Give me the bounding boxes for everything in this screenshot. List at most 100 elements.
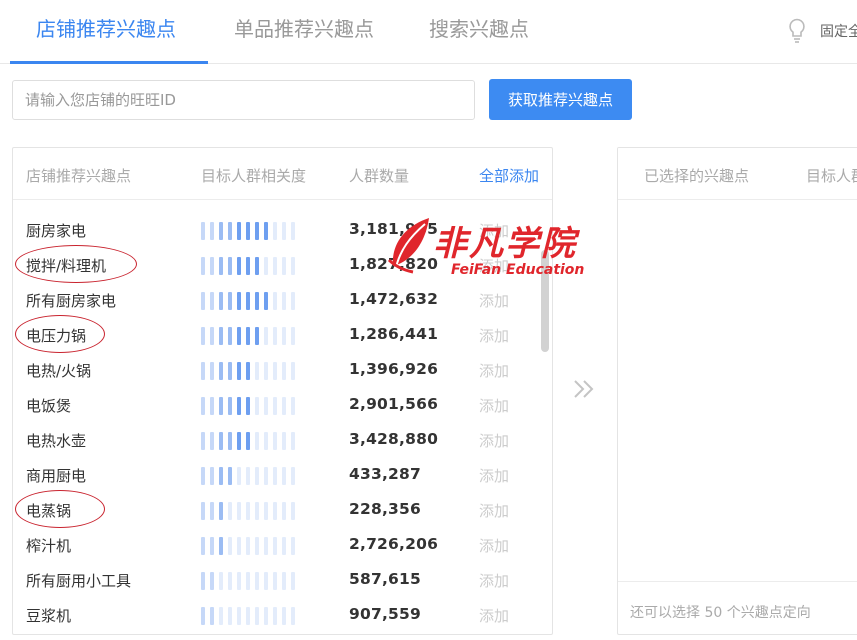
col-header-name: 店铺推荐兴趣点	[26, 167, 132, 185]
tab-bar: 店铺推荐兴趣点 单品推荐兴趣点 搜索兴趣点 固定全	[0, 0, 857, 64]
list-item: 电热水壶 3,428,880 添加	[13, 424, 552, 459]
relevance-bar	[264, 397, 268, 415]
relevance-bar	[273, 537, 277, 555]
relevance-bar	[237, 327, 241, 345]
add-button[interactable]: 添加	[479, 465, 509, 486]
list-item: 电热/火锅 1,396,926 添加	[13, 354, 552, 389]
list-item: 榨汁机 2,726,206 添加	[13, 529, 552, 564]
relevance-bar	[201, 432, 205, 450]
interest-name: 搅拌/料理机	[26, 257, 107, 275]
relevance-bar	[201, 537, 205, 555]
get-recommendations-button[interactable]: 获取推荐兴趣点	[489, 79, 632, 120]
audience-count: 907,559	[349, 605, 421, 623]
relevance-bar	[273, 467, 277, 485]
relevance-meter	[201, 502, 301, 520]
relevance-bar	[246, 222, 250, 240]
relevance-bar	[228, 537, 232, 555]
relevance-bar	[255, 327, 259, 345]
interest-name: 电蒸锅	[26, 502, 72, 520]
relevance-bar	[228, 397, 232, 415]
relevance-bar	[210, 292, 214, 310]
relevance-bar	[246, 537, 250, 555]
lightbulb-icon[interactable]	[787, 18, 807, 44]
leaf-logo-icon	[387, 218, 429, 274]
relevance-meter	[201, 537, 301, 555]
relevance-bar	[210, 327, 214, 345]
add-button[interactable]: 添加	[479, 430, 509, 451]
interest-name: 电热/火锅	[26, 362, 92, 380]
relevance-bar	[273, 432, 277, 450]
relevance-bar	[264, 292, 268, 310]
col-header-selected: 已选择的兴趣点	[644, 167, 750, 185]
add-button[interactable]: 添加	[479, 535, 509, 556]
relevance-bar	[273, 327, 277, 345]
interest-name: 电热水壶	[26, 432, 87, 450]
add-button[interactable]: 添加	[479, 605, 509, 626]
audience-count: 433,287	[349, 465, 421, 483]
relevance-bar	[246, 467, 250, 485]
double-chevron-right-icon[interactable]	[570, 372, 600, 406]
relevance-bar	[246, 292, 250, 310]
relevance-bar	[264, 257, 268, 275]
relevance-bar	[255, 292, 259, 310]
tab-item-interest[interactable]: 单品推荐兴趣点	[234, 14, 374, 44]
relevance-meter	[201, 327, 301, 345]
relevance-bar	[255, 607, 259, 625]
audience-count: 2,901,566	[349, 395, 439, 413]
interest-name: 商用厨电	[26, 467, 87, 485]
relevance-bar	[282, 362, 286, 380]
relevance-bar	[273, 607, 277, 625]
relevance-bar	[228, 292, 232, 310]
relevance-bar	[273, 502, 277, 520]
relevance-bar	[237, 502, 241, 520]
relevance-bar	[201, 292, 205, 310]
pin-label[interactable]: 固定全	[820, 21, 857, 41]
relevance-bar	[291, 397, 295, 415]
active-tab-indicator	[10, 61, 208, 64]
relevance-bar	[291, 467, 295, 485]
wangwang-id-input[interactable]	[12, 80, 475, 120]
relevance-meter	[201, 222, 301, 240]
add-button[interactable]: 添加	[479, 360, 509, 381]
relevance-bar	[210, 467, 214, 485]
relevance-bar	[219, 257, 223, 275]
add-button[interactable]: 添加	[479, 290, 509, 311]
relevance-bar	[237, 607, 241, 625]
relevance-bar	[291, 432, 295, 450]
audience-count: 228,356	[349, 500, 421, 518]
audience-count: 1,396,926	[349, 360, 439, 378]
relevance-bar	[255, 537, 259, 555]
relevance-bar	[210, 257, 214, 275]
list-item: 所有厨房家电 1,472,632 添加	[13, 284, 552, 319]
interest-name: 厨房家电	[26, 222, 87, 240]
add-button[interactable]: 添加	[479, 395, 509, 416]
relevance-bar	[228, 502, 232, 520]
relevance-meter	[201, 572, 301, 590]
add-button[interactable]: 添加	[479, 570, 509, 591]
relevance-meter	[201, 257, 301, 275]
relevance-meter	[201, 607, 301, 625]
add-all-button[interactable]: 全部添加	[479, 165, 539, 186]
relevance-bar	[237, 397, 241, 415]
add-button[interactable]: 添加	[479, 500, 509, 521]
selected-list-panel: 已选择的兴趣点 目标人群 还可以选择 50 个兴趣点定向	[617, 147, 857, 635]
relevance-bar	[282, 397, 286, 415]
relevance-bar	[210, 362, 214, 380]
relevance-bar	[219, 222, 223, 240]
relevance-bar	[228, 257, 232, 275]
relevance-bar	[291, 257, 295, 275]
relevance-meter	[201, 397, 301, 415]
feifan-watermark-logo: 非凡学院 FeiFan Education	[385, 212, 585, 282]
add-button[interactable]: 添加	[479, 325, 509, 346]
relevance-bar	[246, 502, 250, 520]
relevance-bar	[273, 397, 277, 415]
relevance-bar	[273, 362, 277, 380]
relevance-bar	[237, 432, 241, 450]
tab-shop-interest[interactable]: 店铺推荐兴趣点	[36, 14, 176, 44]
audience-count: 1,472,632	[349, 290, 439, 308]
tab-search-interest[interactable]: 搜索兴趣点	[429, 14, 529, 44]
relevance-meter	[201, 432, 301, 450]
relevance-bar	[210, 397, 214, 415]
relevance-bar	[219, 607, 223, 625]
relevance-bar	[246, 397, 250, 415]
